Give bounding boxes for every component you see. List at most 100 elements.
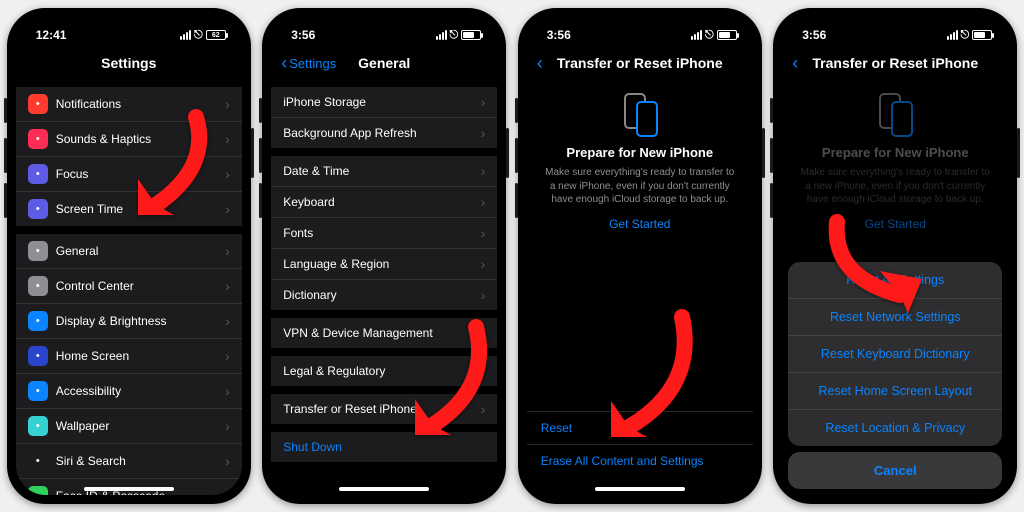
phone-settings: 12:41 ⎋ 62 Settings •Notifications›•Soun… — [7, 8, 251, 504]
row-label: Control Center — [56, 279, 134, 293]
cellular-icon — [691, 30, 702, 40]
get-started-button[interactable]: Get Started — [865, 217, 926, 231]
chevron-right-icon: › — [225, 201, 230, 217]
chevron-right-icon: › — [481, 401, 486, 417]
bell-icon: • — [28, 94, 48, 114]
settings-row[interactable]: • Sounds & Haptics › — [16, 122, 242, 157]
battery-icon: 62 — [206, 30, 226, 40]
wifi-icon: ⎋ — [194, 29, 203, 42]
siri-icon: • — [28, 451, 48, 471]
chevron-right-icon: › — [481, 194, 486, 210]
hero-subtitle: Make sure everything's ready to transfer… — [543, 166, 737, 207]
settings-row[interactable]: Keyboard › — [271, 187, 497, 218]
sheet-option[interactable]: Reset Home Screen Layout — [788, 373, 1002, 410]
sheet-option[interactable]: Reset All Settings — [788, 262, 1002, 299]
faceid-icon: • — [28, 486, 48, 495]
settings-row[interactable]: • Home Screen › — [16, 339, 242, 374]
chevron-right-icon: › — [481, 125, 486, 141]
row-label: iPhone Storage — [283, 95, 366, 109]
chevron-right-icon: › — [225, 243, 230, 259]
person-icon: • — [28, 381, 48, 401]
speaker-icon: • — [28, 129, 48, 149]
home-indicator[interactable] — [84, 487, 174, 491]
wifi-icon: ⎋ — [705, 29, 714, 42]
chevron-right-icon: › — [481, 363, 486, 379]
cancel-button[interactable]: Cancel — [788, 452, 1002, 489]
row-label: Screen Time — [56, 202, 123, 216]
back-button[interactable]: ‹ — [792, 54, 798, 72]
settings-row[interactable]: •Wallpaper› — [16, 409, 242, 444]
chevron-right-icon: › — [225, 131, 230, 147]
phones-icon — [618, 93, 662, 137]
prepare-hero: Prepare for New iPhone Make sure everyth… — [527, 79, 753, 241]
hero-title: Prepare for New iPhone — [543, 145, 737, 160]
settings-row[interactable]: Transfer or Reset iPhone› — [271, 394, 497, 424]
status-time: 3:56 — [802, 28, 826, 42]
navbar: ‹ Transfer or Reset iPhone — [527, 47, 753, 79]
row-label: Focus — [56, 167, 89, 181]
settings-row[interactable]: Dictionary› — [271, 280, 497, 310]
settings-row[interactable]: •General› — [16, 234, 242, 269]
back-button[interactable]: ‹Settings — [281, 54, 336, 72]
chevron-right-icon: › — [225, 418, 230, 434]
chevron-left-icon: ‹ — [792, 54, 798, 72]
chevron-right-icon: › — [481, 94, 486, 110]
settings-row[interactable]: • Screen Time › — [16, 192, 242, 226]
settings-row[interactable]: VPN & Device Management› — [271, 318, 497, 348]
chevron-right-icon: › — [481, 256, 486, 272]
chevron-right-icon: › — [225, 313, 230, 329]
back-button[interactable]: ‹ — [537, 54, 543, 72]
home-indicator[interactable] — [339, 487, 429, 491]
row-label: Home Screen — [56, 349, 129, 363]
row-label: Wallpaper — [56, 419, 110, 433]
chevron-right-icon: › — [225, 453, 230, 469]
prepare-hero: Prepare for New iPhone Make sure everyth… — [782, 79, 1008, 241]
settings-row[interactable]: •Control Center› — [16, 269, 242, 304]
battery-icon — [972, 30, 992, 40]
row-label: Background App Refresh — [283, 126, 416, 140]
home-indicator[interactable] — [595, 487, 685, 491]
chevron-right-icon: › — [481, 225, 486, 241]
hero-subtitle: Make sure everything's ready to transfer… — [798, 166, 992, 207]
get-started-button[interactable]: Get Started — [609, 217, 670, 231]
settings-row[interactable]: Fonts› — [271, 218, 497, 249]
battery-icon — [461, 30, 481, 40]
row-label: Sounds & Haptics — [56, 132, 151, 146]
hero-title: Prepare for New iPhone — [798, 145, 992, 160]
chevron-right-icon: › — [225, 348, 230, 364]
settings-row[interactable]: Language & Region› — [271, 249, 497, 280]
status-time: 3:56 — [547, 28, 571, 42]
settings-row[interactable]: •Focus› — [16, 157, 242, 192]
settings-row[interactable]: •Accessibility› — [16, 374, 242, 409]
row-label: Legal & Regulatory — [283, 364, 385, 378]
erase-all-button[interactable]: Erase All Content and Settings — [527, 444, 753, 477]
chevron-left-icon: ‹ — [537, 54, 543, 72]
row-label: Date & Time — [283, 164, 349, 178]
phone-reset-sheet: 3:56 ⎋ ‹ Transfer or Reset iPhone Prepar… — [773, 8, 1017, 504]
settings-row[interactable]: Background App Refresh › — [271, 118, 497, 148]
sheet-option[interactable]: Reset Network Settings — [788, 299, 1002, 336]
settings-row[interactable]: •Display & Brightness› — [16, 304, 242, 339]
settings-row[interactable]: Date & Time› — [271, 156, 497, 187]
chevron-right-icon: › — [225, 96, 230, 112]
shutdown-button[interactable]: Shut Down — [271, 432, 497, 462]
chevron-right-icon: › — [225, 278, 230, 294]
sheet-option[interactable]: Reset Location & Privacy — [788, 410, 1002, 446]
battery-icon — [717, 30, 737, 40]
row-label: Keyboard — [283, 195, 334, 209]
page-title: General — [358, 55, 410, 71]
settings-row[interactable]: iPhone Storage › — [271, 87, 497, 118]
reset-button[interactable]: Reset — [527, 411, 753, 444]
sheet-option[interactable]: Reset Keyboard Dictionary — [788, 336, 1002, 373]
settings-row[interactable]: Legal & Regulatory › — [271, 356, 497, 386]
page-title: Settings — [101, 55, 156, 71]
grid-icon: • — [28, 346, 48, 366]
row-label: Dictionary — [283, 288, 336, 302]
gear-icon: • — [28, 241, 48, 261]
navbar: Settings — [16, 47, 242, 79]
settings-row[interactable]: •Siri & Search› — [16, 444, 242, 479]
sun-icon: • — [28, 311, 48, 331]
row-label: Accessibility — [56, 384, 121, 398]
hourglass-icon: • — [28, 199, 48, 219]
settings-row[interactable]: •Notifications› — [16, 87, 242, 122]
